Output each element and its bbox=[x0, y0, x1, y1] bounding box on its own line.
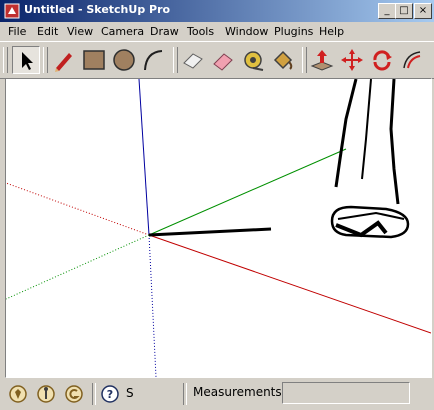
scale-figure-leg-back bbox=[334, 79, 358, 188]
measurements-input[interactable] bbox=[282, 382, 410, 404]
maximize-button[interactable]: □ bbox=[395, 3, 413, 19]
minimize-button[interactable]: _ bbox=[378, 3, 396, 19]
status-hint-text: S bbox=[126, 386, 134, 400]
rectangle-icon bbox=[83, 50, 105, 70]
measurements-label: Measurements bbox=[193, 385, 282, 399]
arc-icon bbox=[144, 50, 163, 71]
paint-bucket-tool-button[interactable] bbox=[209, 46, 237, 74]
title-bar[interactable]: Untitled - SketchUp Pro _ □ × bbox=[0, 0, 434, 22]
menu-edit[interactable]: Edit bbox=[37, 25, 58, 38]
red-axis-dotted bbox=[6, 182, 150, 236]
rectangle-tool-button[interactable] bbox=[80, 46, 108, 74]
signed-in-icon[interactable] bbox=[64, 384, 84, 404]
tape-measure-icon bbox=[244, 51, 264, 71]
toolbar-divider bbox=[302, 47, 307, 73]
rotate-icon bbox=[373, 50, 392, 71]
scale-figure-leg-inner bbox=[361, 79, 372, 180]
scene-canvas[interactable] bbox=[6, 79, 431, 377]
menu-bar: File Edit View Camera Draw Tools Window … bbox=[0, 22, 434, 41]
red-axis-solid bbox=[148, 234, 431, 334]
menu-draw[interactable]: Draw bbox=[150, 25, 179, 38]
tape-measure-tool-button[interactable] bbox=[239, 46, 267, 74]
menu-tools[interactable]: Tools bbox=[187, 25, 214, 38]
arc-tool-button[interactable] bbox=[140, 46, 168, 74]
menu-help[interactable]: Help bbox=[319, 25, 344, 38]
eraser-tool-button[interactable] bbox=[179, 46, 207, 74]
toolbar-divider bbox=[173, 47, 178, 73]
menu-view[interactable]: View bbox=[67, 25, 93, 38]
pencil-tool-button[interactable] bbox=[50, 46, 78, 74]
status-divider bbox=[183, 383, 187, 405]
menu-camera[interactable]: Camera bbox=[101, 25, 144, 38]
toolbar-grip[interactable] bbox=[3, 47, 8, 73]
select-tool-button[interactable] bbox=[12, 46, 40, 74]
menu-file[interactable]: File bbox=[8, 25, 26, 38]
arrow-cursor-icon bbox=[22, 52, 33, 70]
status-bar: ? S Measurements bbox=[0, 378, 434, 410]
status-divider bbox=[92, 383, 96, 405]
scale-figure-leg-front bbox=[389, 79, 400, 205]
eraser-icon bbox=[183, 53, 203, 69]
move-tool-button[interactable] bbox=[338, 46, 366, 74]
svg-text:?: ? bbox=[107, 388, 113, 401]
pencil-icon bbox=[55, 53, 72, 72]
paint-tool-button[interactable] bbox=[269, 46, 297, 74]
rotate-tool-button[interactable] bbox=[368, 46, 396, 74]
main-toolbar bbox=[0, 41, 434, 79]
green-axis-solid bbox=[148, 148, 347, 236]
eraser-pink-icon bbox=[213, 53, 233, 71]
close-button[interactable]: × bbox=[414, 3, 432, 19]
scale-figure-shoe bbox=[330, 205, 410, 239]
offset-tool-button[interactable] bbox=[398, 46, 426, 74]
geo-location-icon[interactable] bbox=[8, 384, 28, 404]
menu-plugins[interactable]: Plugins bbox=[274, 25, 313, 38]
offset-icon bbox=[403, 51, 421, 69]
blue-axis-dotted bbox=[148, 234, 157, 377]
push-pull-icon bbox=[310, 50, 334, 71]
help-question-icon[interactable]: ? bbox=[100, 384, 120, 404]
move-icon bbox=[341, 49, 363, 71]
sketchup-app-icon bbox=[4, 3, 20, 19]
drawing-viewport[interactable] bbox=[5, 78, 432, 378]
circle-tool-button[interactable] bbox=[110, 46, 138, 74]
circle-icon bbox=[113, 49, 135, 71]
toolbar-divider bbox=[43, 47, 48, 73]
blue-axis-solid bbox=[138, 79, 150, 236]
shadow-line bbox=[148, 227, 272, 237]
menu-window[interactable]: Window bbox=[225, 25, 268, 38]
credits-icon[interactable] bbox=[36, 384, 56, 404]
green-axis-dotted bbox=[6, 234, 150, 300]
push-pull-tool-button[interactable] bbox=[308, 46, 336, 74]
window-title: Untitled - SketchUp Pro bbox=[24, 3, 171, 16]
paint-bucket-icon bbox=[273, 50, 293, 70]
